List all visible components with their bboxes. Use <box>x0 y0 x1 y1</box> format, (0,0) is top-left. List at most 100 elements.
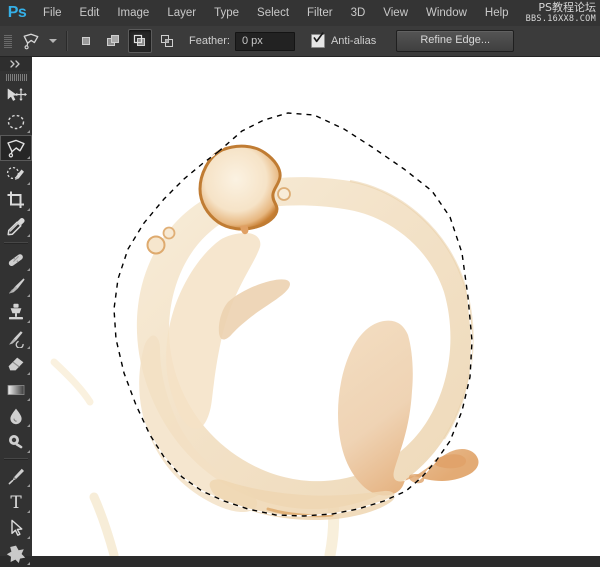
eyedropper-icon <box>7 218 25 236</box>
crop-icon <box>7 191 24 208</box>
menu-view[interactable]: View <box>374 0 417 26</box>
tool-quick-selection[interactable] <box>0 161 32 187</box>
type-t-icon: T <box>10 493 22 512</box>
watermark-chinese: PS教程论坛 <box>538 1 596 14</box>
polygonal-lasso-icon <box>23 33 39 50</box>
selection-mode-group <box>74 29 179 53</box>
menu-edit[interactable]: Edit <box>71 0 109 26</box>
tool-blur[interactable] <box>0 403 32 429</box>
tool-dodge[interactable] <box>0 429 32 455</box>
flyout-triangle-icon <box>27 294 30 297</box>
menu-window[interactable]: Window <box>417 0 476 26</box>
flyout-triangle-icon <box>27 130 30 133</box>
new-selection-icon <box>82 37 90 45</box>
selection-mode-add[interactable] <box>101 29 125 53</box>
flyout-triangle-icon <box>27 182 30 185</box>
menu-file[interactable]: File <box>34 0 71 26</box>
tool-move[interactable] <box>0 83 32 109</box>
tool-eraser[interactable] <box>0 351 32 377</box>
custom-shape-icon <box>6 545 26 563</box>
tool-spot-healing-brush[interactable] <box>0 247 32 273</box>
eraser-icon <box>8 357 24 371</box>
tool-pen[interactable] <box>0 463 32 489</box>
tool-clone-stamp[interactable] <box>0 299 32 325</box>
feather-input[interactable] <box>234 31 295 51</box>
photoshop-logo: Ps <box>7 4 27 21</box>
menu-3d[interactable]: 3D <box>342 0 375 26</box>
tool-eyedropper[interactable] <box>0 213 32 239</box>
antialias-checkbox[interactable] <box>310 32 325 48</box>
flyout-triangle-icon <box>27 234 30 237</box>
tool-preset-dropdown[interactable] <box>46 28 60 54</box>
flyout-triangle-icon <box>27 450 30 453</box>
selection-mode-new[interactable] <box>74 29 98 53</box>
coffee-stain-artwork <box>32 57 600 556</box>
tool-brush[interactable] <box>0 273 32 299</box>
menu-type[interactable]: Type <box>205 0 248 26</box>
path-arrow-icon <box>11 519 23 536</box>
subtract-from-selection-icon <box>133 34 145 46</box>
watermark-url: BBS.16XX8.COM <box>525 14 596 24</box>
tools-separator-2 <box>4 458 28 460</box>
antialias-label: Anti-alias <box>330 35 377 47</box>
options-bar-grip[interactable] <box>2 30 14 52</box>
site-watermark: PS教程论坛 BBS.16XX8.COM <box>526 0 596 26</box>
healing-brush-icon <box>8 254 23 266</box>
menu-bar: Ps File Edit Image Layer Type Select Fil… <box>0 0 600 27</box>
flyout-triangle-icon <box>27 484 30 487</box>
dodge-icon <box>9 435 23 449</box>
checkmark-icon <box>313 32 324 43</box>
tool-lasso[interactable] <box>0 135 32 161</box>
antialias-checkbox-wrap[interactable]: Anti-alias <box>310 32 377 48</box>
refine-edge-button[interactable]: Refine Edge... <box>396 30 515 52</box>
flyout-triangle-icon <box>27 372 30 375</box>
feather-label: Feather: <box>189 35 230 47</box>
flyout-triangle-icon <box>27 156 30 159</box>
tool-history-brush[interactable] <box>0 325 32 351</box>
menu-filter[interactable]: Filter <box>298 0 342 26</box>
tool-crop[interactable] <box>0 187 32 213</box>
selection-mode-subtract[interactable] <box>128 29 152 53</box>
options-separator-1 <box>66 31 68 51</box>
add-to-selection-icon <box>107 35 119 46</box>
selection-mode-intersect[interactable] <box>155 29 179 53</box>
menu-select[interactable]: Select <box>248 0 298 26</box>
flyout-triangle-icon <box>27 510 30 513</box>
flyout-triangle-icon <box>27 398 30 401</box>
menu-image[interactable]: Image <box>108 0 158 26</box>
brush-icon <box>9 278 25 294</box>
flyout-triangle-icon <box>27 562 30 565</box>
tool-gradient[interactable] <box>0 377 32 403</box>
move-icon <box>7 88 27 101</box>
gradient-icon <box>7 385 25 395</box>
tools-panel-grip[interactable] <box>0 71 32 83</box>
history-brush-icon <box>9 331 24 348</box>
upper-blob-stain <box>198 144 282 231</box>
blur-drop-icon <box>10 408 22 425</box>
photoshop-window: Ps File Edit Image Layer Type Select Fil… <box>0 0 600 565</box>
menu-help[interactable]: Help <box>476 0 518 26</box>
svg-text:T: T <box>10 493 22 512</box>
pen-nib-icon <box>8 468 24 485</box>
ellipse-marquee-icon <box>7 114 25 130</box>
quick-selection-icon <box>6 166 24 180</box>
options-bar: Feather: Anti-alias Refine Edge... <box>0 26 600 57</box>
current-tool-button[interactable] <box>16 28 46 54</box>
clone-stamp-icon <box>9 303 23 320</box>
tools-separator-1 <box>4 242 28 244</box>
tool-elliptical-marquee[interactable] <box>0 109 32 135</box>
tool-custom-shape[interactable] <box>0 541 32 567</box>
collapse-tools-button[interactable] <box>0 57 32 71</box>
menu-layer[interactable]: Layer <box>158 0 205 26</box>
chevron-down-icon <box>49 39 57 43</box>
document-canvas[interactable] <box>32 57 600 556</box>
flyout-triangle-icon <box>27 268 30 271</box>
flyout-triangle-icon <box>27 208 30 211</box>
flyout-triangle-icon <box>27 536 30 539</box>
tools-panel: T <box>0 57 33 565</box>
tool-type[interactable]: T <box>0 489 32 515</box>
tool-path-selection[interactable] <box>0 515 32 541</box>
intersect-selection-icon <box>161 35 173 47</box>
double-chevron-right-icon <box>10 60 20 68</box>
flyout-triangle-icon <box>27 424 30 427</box>
